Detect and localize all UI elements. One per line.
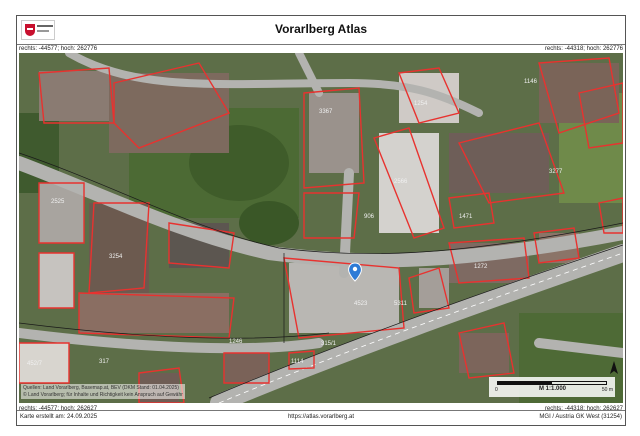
- coord-top-left: rechts: -44577; hoch: 262776: [19, 46, 98, 52]
- scale-bar: 0 M 1:1.000 50 m: [489, 377, 615, 397]
- parcel-label: 3367: [319, 109, 333, 115]
- coordinate-system: MGI / Austria GK West (31254): [539, 414, 622, 420]
- parcel-label: 1254: [414, 101, 428, 107]
- parcel-label: 2525: [51, 199, 65, 205]
- parcel-label: 315/1: [321, 341, 337, 347]
- parcel-label: 906: [364, 214, 375, 220]
- footer: Karte erstellt am: 24.09.2025 https://at…: [17, 410, 625, 425]
- coord-top-right: rechts: -44318; hoch: 262776: [544, 46, 623, 52]
- north-arrow-icon: [610, 361, 618, 374]
- page-title: Vorarlberg Atlas: [274, 22, 368, 36]
- map-attribution: Quellen: Land Vorarlberg, Basemap.at, BE…: [21, 384, 185, 399]
- atlas-url-link[interactable]: https://atlas.vorarlberg.at: [17, 414, 625, 420]
- parcel-label: 1272: [474, 264, 488, 270]
- map-print-frame: Vorarlberg Atlas rechts: -44577; hoch: 2…: [16, 15, 626, 426]
- parcel-label: 5311: [394, 301, 408, 307]
- parcel-label: 1471: [459, 214, 473, 220]
- parcel-label: 2566: [394, 179, 408, 185]
- attribution-sources: Quellen: Land Vorarlberg, Basemap.at, BE…: [23, 385, 179, 391]
- parcel-label: 1114: [291, 359, 304, 365]
- parcel-label: 1246: [229, 339, 243, 345]
- parcel-label: 452/7: [27, 361, 43, 367]
- parcel-label: 4523: [354, 301, 368, 307]
- parcel-label: 1146: [524, 79, 538, 85]
- header: Vorarlberg Atlas: [17, 16, 625, 45]
- scale-end-label: 50 m: [601, 387, 613, 393]
- parcel-label: 3254: [109, 254, 123, 260]
- parcel-label: 3277: [549, 169, 563, 175]
- attribution-disclaimer: © Land Vorarlberg; für Inhalte und Richt…: [23, 391, 183, 398]
- parcel-label: 317: [99, 359, 110, 365]
- map-canvas: 1254 1146 3277 2525 3254 4523 5311 315/1…: [19, 53, 623, 403]
- scale-ratio: M 1:1.000: [539, 386, 567, 392]
- aerial-map[interactable]: 1254 1146 3277 2525 3254 4523 5311 315/1…: [19, 53, 623, 403]
- scale-start-label: 0: [495, 387, 498, 393]
